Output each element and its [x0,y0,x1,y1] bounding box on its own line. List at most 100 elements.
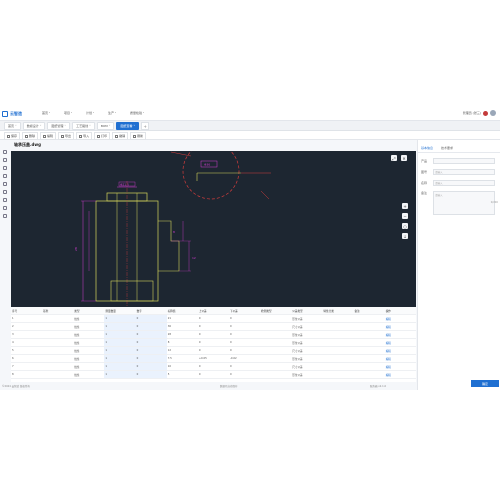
print-icon [97,134,101,138]
col-header[interactable]: 数字 [135,307,167,315]
table-cell: 1 [104,330,136,339]
tab-process-route[interactable]: 工艺路线 ✕ [72,122,95,130]
download-button[interactable]: ↓ [402,233,408,239]
table-row[interactable]: 1 线性 1 0 21 0 0 形位公差 编辑 [11,314,416,323]
remark-textarea[interactable]: 请输入 [433,191,495,215]
zoom-in-button[interactable]: + [402,203,408,209]
zoom-out-icon[interactable] [3,158,7,162]
tab-drawing-view[interactable]: 图纸查看 ✕ [116,122,140,130]
col-header[interactable]: 上公差 [197,307,229,315]
edit-link[interactable]: 编辑 [384,354,416,363]
zoom-in-icon[interactable] [3,150,7,154]
fit-icon[interactable] [3,206,7,210]
table-cell [260,322,292,331]
rotate-icon[interactable] [3,198,7,202]
drawing-viewer[interactable]: Φ21.5 Φ36 28 8 12 ⤢ ✕ + − ○ ↓ [11,151,416,307]
add-tab-button[interactable]: + [141,122,150,130]
col-header[interactable]: 特性分类 [322,307,354,315]
fullscreen-button[interactable]: ⤢ [391,155,397,161]
top-nav: 云智造 首页 ▾ 项目 ▾ 计划 ▾ 生产 ▾ 质量检验 ▾ 管理员 (张三) [0,108,500,121]
table-row[interactable]: 5 线性 1 0 12 0 0 尺寸公差 编辑 [11,346,416,355]
table-row[interactable]: 7 线性 1 0 10 0 0 尺寸公差 编辑 [11,362,416,371]
tab-bom[interactable]: BOM ✕ [96,122,115,130]
close-icon[interactable]: ✕ [109,125,111,127]
name-field[interactable]: 请输入 [433,180,495,186]
edit-link[interactable]: 编辑 [384,338,416,347]
confirm-button[interactable]: 确定 [471,380,499,387]
drawing-no-field[interactable]: 请输入 [433,169,495,175]
table-cell: 28 [166,330,198,339]
export-button[interactable]: 导出 [58,132,75,140]
tab-drawing-manage[interactable]: 图纸管理 ✕ [47,122,71,130]
notification-icon[interactable] [483,110,488,116]
table-row[interactable]: 4 线性 1 0 8 0 0 形位公差 编辑 [11,338,416,347]
close-icon[interactable]: ✕ [40,125,42,127]
edit-button[interactable]: 编辑 [40,132,57,140]
pan-icon[interactable] [3,166,7,170]
zoom-out-button[interactable]: − [402,213,408,219]
nav-item-project[interactable]: 项目 ▾ [64,111,86,115]
user-name[interactable]: 管理员 (张三) [463,111,481,115]
tab-bar: 首页 ✕ 数模设计 ✕ 图纸管理 ✕ 工艺路线 ✕ BOM ✕ 图纸查看 ✕ + [0,121,500,131]
table-row[interactable]: 6 线性 1 0 7.5 +0.05 -0.02 形位公差 编辑 [11,354,416,363]
col-header[interactable]: 基准 [42,307,74,315]
table-cell: 尺寸公差 [291,322,323,331]
tab-model-design[interactable]: 数模设计 ✕ [22,122,46,130]
layer-icon[interactable] [3,190,7,194]
close-icon[interactable]: ✕ [15,125,17,127]
status-bar: ©2024 云智造 版权所有 数据已自动保存 服务器 v2.1.0 [0,382,416,390]
col-header[interactable]: 标称值 [166,307,198,315]
avatar[interactable] [490,110,496,116]
left-toolbar [0,146,10,316]
delete-button[interactable]: 删除 [22,132,39,140]
edit-link[interactable]: 编辑 [384,330,416,339]
close-icon[interactable]: ✕ [89,125,91,127]
edit-link[interactable]: 编辑 [384,322,416,331]
close-icon[interactable]: ✕ [133,125,135,127]
status-left: ©2024 云智造 版权所有 [2,385,30,388]
nav-item-quality[interactable]: 质量检验 ▾ [130,111,152,115]
close-viewer-button[interactable]: ✕ [401,155,407,161]
col-header[interactable]: 操作 [384,307,416,315]
table-cell: 尺寸公差 [291,346,323,355]
table-cell [322,370,354,379]
table-cell: 1 [104,370,136,379]
measure-icon[interactable] [3,174,7,178]
edit-link[interactable]: 编辑 [384,370,416,379]
table-row[interactable]: 3 线性 1 0 28 0 0 形位公差 编辑 [11,330,416,339]
edit-link[interactable]: 编辑 [384,362,416,371]
tab-basic-info[interactable]: 基本信息 [421,146,433,152]
close-icon[interactable]: ✕ [64,125,66,127]
col-header[interactable]: 检测类型 [260,307,292,315]
edit-link[interactable]: 编辑 [384,346,416,355]
save-button[interactable]: 保存 [4,132,21,140]
nav-item-plan[interactable]: 计划 ▾ [86,111,108,115]
settings-icon[interactable] [3,214,7,218]
import-button[interactable]: 导入 [76,132,93,140]
print-button[interactable]: 打印 [94,132,111,140]
table-cell: 0 [197,370,229,379]
table-row[interactable]: 2 线性 1 0 36 0 0 尺寸公差 编辑 [11,322,416,331]
nav-item-production[interactable]: 生产 ▾ [108,111,130,115]
col-header[interactable]: 序号 [11,307,43,315]
tab-tech-requirements[interactable]: 技术要求 [441,146,453,152]
refresh-button[interactable]: 刷新 [130,132,147,140]
tab-home[interactable]: 首页 ✕ [4,122,21,130]
nav-item-home[interactable]: 首页 ▾ [42,111,64,115]
col-header[interactable]: 备注 [353,307,385,315]
product-field[interactable] [433,158,495,164]
right-panel: 基本信息 技术要求 产品 图号 请输入 名称 请输入 备注 请输入 0/200 … [417,140,500,390]
undo-button[interactable]: 撤销 [112,132,129,140]
col-header[interactable]: 公差类型 [291,307,323,315]
logo[interactable]: 云智造 [2,110,22,118]
col-header[interactable]: 测量数量 [104,307,136,315]
reset-view-button[interactable]: ○ [402,223,408,229]
col-header[interactable]: 下公差 [228,307,261,315]
app-window: 云智造 首页 ▾ 项目 ▾ 计划 ▾ 生产 ▾ 质量检验 ▾ 管理员 (张三) 首页 ✕ 数… [0,108,500,390]
table-cell [260,354,292,363]
col-header[interactable]: 类型 [73,307,105,315]
table-cell [353,314,385,323]
edit-link[interactable]: 编辑 [384,314,416,323]
close-icon[interactable] [3,182,7,186]
table-row[interactable]: 8 线性 1 0 5 0 0 形位公差 编辑 [11,370,416,379]
